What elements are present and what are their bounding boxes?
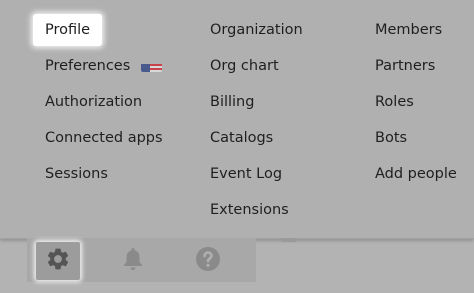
menu-item-label: Profile: [45, 22, 91, 38]
menu-item-label: Billing: [210, 94, 255, 110]
menu-item-catalogs[interactable]: Catalogs: [198, 122, 285, 154]
menu-item-event-log[interactable]: Event Log: [198, 158, 294, 190]
gear-icon: [45, 246, 71, 276]
settings-button[interactable]: [36, 242, 80, 280]
bell-icon: [121, 246, 145, 276]
menu-item-label: Authorization: [45, 94, 143, 110]
menu-item-label: Preferences: [45, 58, 131, 74]
settings-menu-panel: Profile Preferences Authorization Connec…: [0, 0, 474, 239]
menu-item-label: Roles: [375, 94, 414, 110]
menu-item-preferences[interactable]: Preferences: [33, 50, 174, 82]
menu-item-connected-apps[interactable]: Connected apps: [33, 122, 175, 154]
menu-item-partners[interactable]: Partners: [363, 50, 447, 82]
menu-item-sessions[interactable]: Sessions: [33, 158, 120, 190]
menu-item-profile[interactable]: Profile: [33, 14, 103, 46]
notifications-button[interactable]: [111, 242, 155, 280]
menu-item-label: Organization: [210, 22, 303, 38]
menu-item-add-people[interactable]: Add people: [363, 158, 469, 190]
menu-item-label: Catalogs: [210, 130, 274, 146]
menu-item-label: Bots: [375, 130, 408, 146]
menu-item-org-chart[interactable]: Org chart: [198, 50, 291, 82]
menu-item-extensions[interactable]: Extensions: [198, 194, 301, 226]
menu-item-label: Org chart: [210, 58, 279, 74]
help-icon: [195, 246, 221, 276]
settings-screen: Profile Preferences Authorization Connec…: [0, 0, 474, 293]
menu-item-label: Add people: [375, 166, 457, 182]
menu-item-organization[interactable]: Organization: [198, 14, 315, 46]
menu-edge-divider: [282, 238, 296, 242]
menu-item-label: Extensions: [210, 202, 289, 218]
menu-item-billing[interactable]: Billing: [198, 86, 266, 118]
menu-item-roles[interactable]: Roles: [363, 86, 426, 118]
menu-item-authorization[interactable]: Authorization: [33, 86, 154, 118]
menu-item-label: Connected apps: [45, 130, 163, 146]
menu-item-label: Event Log: [210, 166, 283, 182]
us-flag-icon: [140, 58, 162, 72]
menu-item-bots[interactable]: Bots: [363, 122, 419, 154]
menu-item-label: Partners: [375, 58, 436, 74]
menu-item-members[interactable]: Members: [363, 14, 454, 46]
menu-item-label: Sessions: [45, 166, 108, 182]
bottom-toolbar: [27, 238, 256, 282]
help-button[interactable]: [186, 242, 230, 280]
menu-item-label: Members: [375, 22, 443, 38]
